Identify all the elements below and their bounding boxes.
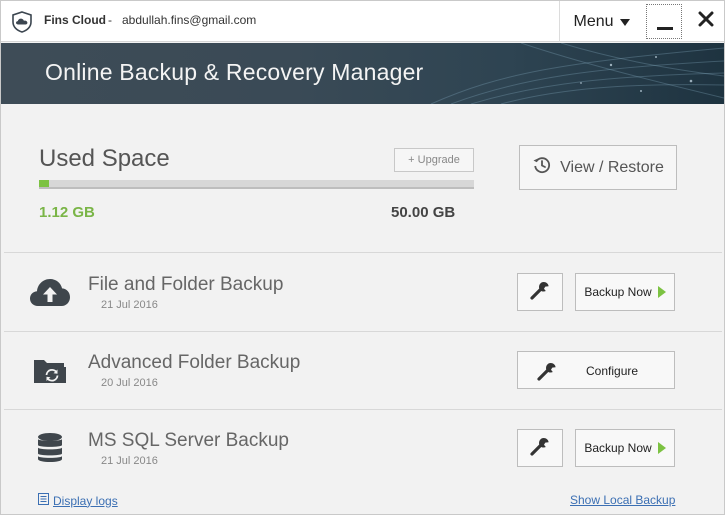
backup-title: MS SQL Server Backup xyxy=(88,430,289,451)
wrench-icon xyxy=(536,360,558,385)
app-name: Fins Cloud xyxy=(44,13,106,27)
database-icon xyxy=(28,430,72,466)
backup-now-button[interactable]: Backup Now xyxy=(575,273,675,311)
play-icon xyxy=(657,286,666,298)
caret-down-icon xyxy=(619,19,630,26)
history-icon xyxy=(532,155,552,180)
minimize-icon xyxy=(657,27,673,30)
close-icon xyxy=(698,11,714,32)
view-restore-label: View / Restore xyxy=(560,158,664,176)
backup-settings-button[interactable] xyxy=(517,273,563,311)
used-space-title: Used Space xyxy=(39,145,170,172)
play-icon xyxy=(657,442,666,454)
configure-button[interactable]: Configure xyxy=(517,351,675,389)
cloud-upload-icon xyxy=(28,274,72,310)
backup-now-label: Backup Now xyxy=(584,441,652,455)
backup-settings-button[interactable] xyxy=(517,429,563,467)
display-logs-label: Display logs xyxy=(53,493,118,508)
title-bar: Fins Cloud - abdullah.fins@gmail.com Men… xyxy=(1,1,724,42)
display-logs-link[interactable]: Display logs xyxy=(38,493,118,508)
banner-title: Online Backup & Recovery Manager xyxy=(45,59,424,85)
backup-date: 20 Jul 2016 xyxy=(101,377,158,389)
storage-usage-fill xyxy=(39,180,49,187)
folder-sync-icon xyxy=(28,352,72,388)
app-window: Fins Cloud - abdullah.fins@gmail.com Men… xyxy=(0,0,725,515)
close-button[interactable] xyxy=(687,1,724,42)
backup-title: File and Folder Backup xyxy=(88,274,284,295)
backup-row-advanced-folder: Advanced Folder Backup 20 Jul 2016 Confi… xyxy=(4,332,722,410)
menu-label: Menu xyxy=(573,12,614,30)
wrench-icon xyxy=(529,435,551,462)
backup-row-file-folder: File and Folder Backup 21 Jul 2016 Backu… xyxy=(4,254,722,332)
view-restore-button[interactable]: View / Restore xyxy=(519,145,677,190)
header-banner: Online Backup & Recovery Manager xyxy=(1,43,724,104)
configure-label: Configure xyxy=(586,364,639,378)
used-storage-value: 1.12 GB xyxy=(39,204,95,221)
show-local-backup-link[interactable]: Show Local Backup xyxy=(570,493,675,507)
account-email: abdullah.fins@gmail.com xyxy=(122,13,257,27)
title-separator: - xyxy=(108,13,112,27)
upgrade-button[interactable]: + Upgrade xyxy=(394,148,474,172)
total-storage-value: 50.00 GB xyxy=(391,204,456,221)
document-icon xyxy=(38,493,49,508)
wrench-icon xyxy=(529,279,551,306)
backup-date: 21 Jul 2016 xyxy=(101,299,158,311)
footer: Display logs Show Local Backup xyxy=(1,485,724,514)
backup-row-mssql: MS SQL Server Backup 21 Jul 2016 Backup … xyxy=(4,410,722,488)
cloud-shield-icon xyxy=(11,11,33,33)
minimize-button[interactable] xyxy=(646,4,682,39)
backup-date: 21 Jul 2016 xyxy=(101,455,158,467)
backup-title: Advanced Folder Backup xyxy=(88,352,301,373)
menu-button[interactable]: Menu xyxy=(559,1,643,42)
backup-now-label: Backup Now xyxy=(584,285,652,299)
used-space-panel: Used Space + Upgrade 1.12 GB 50.00 GB Vi… xyxy=(4,105,722,253)
storage-usage-bar xyxy=(39,180,474,189)
backup-now-button[interactable]: Backup Now xyxy=(575,429,675,467)
